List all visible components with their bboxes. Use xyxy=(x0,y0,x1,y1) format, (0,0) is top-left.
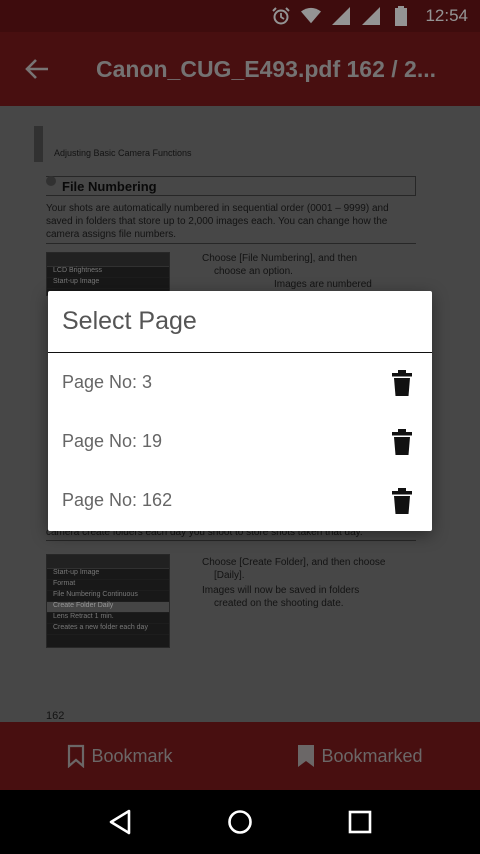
page-item-label: Page No: 162 xyxy=(62,490,173,510)
delete-page-button[interactable] xyxy=(390,487,414,514)
page-list-item[interactable]: Page No: 19 xyxy=(48,412,432,471)
delete-page-button[interactable] xyxy=(390,428,414,455)
system-nav-bar xyxy=(0,790,480,854)
square-recents-icon xyxy=(348,810,372,834)
page-list-item[interactable]: Page No: 3 xyxy=(48,353,432,412)
dialog-title: Select Page xyxy=(48,291,432,353)
trash-icon xyxy=(392,369,412,396)
page-list: Page No: 3 Page No: 19 Page No: 162 xyxy=(48,353,432,530)
trash-icon xyxy=(392,487,412,514)
circle-home-icon xyxy=(228,810,252,834)
nav-recents-button[interactable] xyxy=(340,802,380,842)
nav-back-button[interactable] xyxy=(100,802,140,842)
nav-home-button[interactable] xyxy=(220,802,260,842)
page-list-item[interactable]: Page No: 162 xyxy=(48,471,432,530)
trash-icon xyxy=(392,428,412,455)
triangle-back-icon xyxy=(109,809,131,835)
page-item-label: Page No: 3 xyxy=(62,372,153,392)
delete-page-button[interactable] xyxy=(390,369,414,396)
select-page-dialog: Select Page Page No: 3 Page No: 19 Page … xyxy=(48,291,432,531)
page-item-label: Page No: 19 xyxy=(62,431,163,451)
